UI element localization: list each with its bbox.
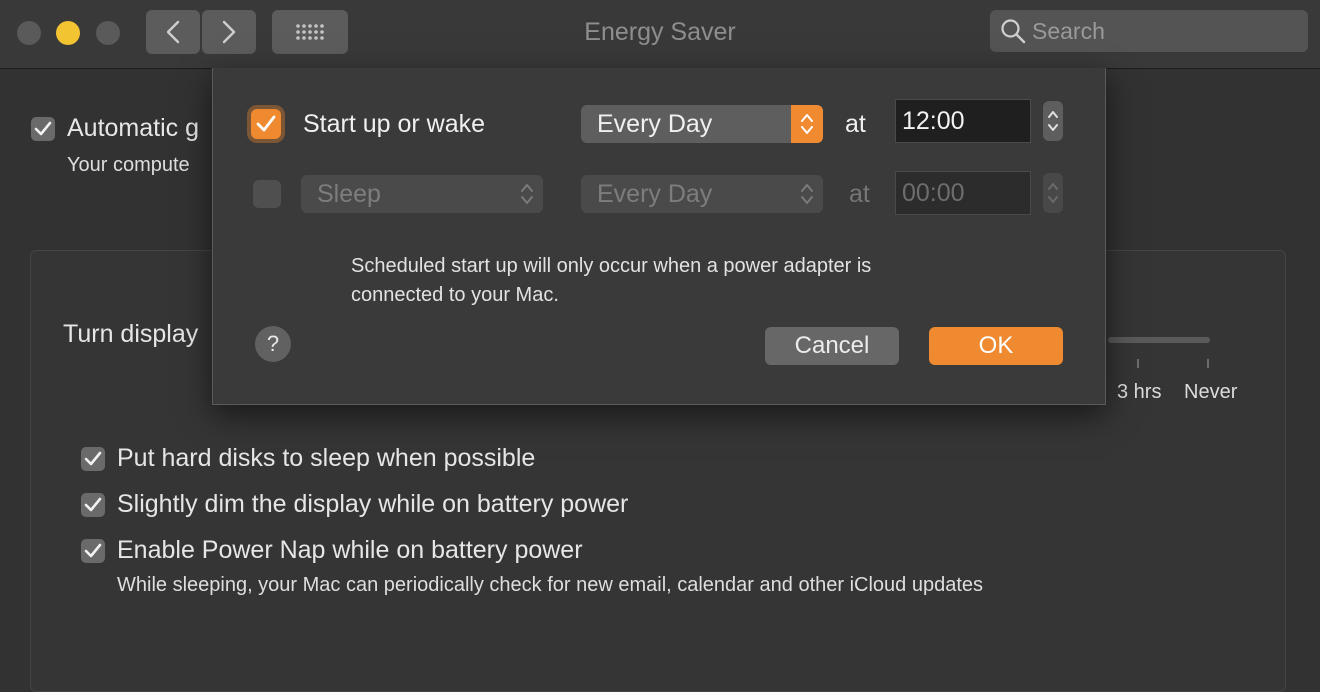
sleep-frequency-value: Every Day — [597, 179, 713, 208]
display-sleep-slider[interactable] — [1108, 337, 1210, 343]
chevron-up-down-icon — [801, 184, 813, 204]
turn-display-off-label: Turn display — [63, 320, 199, 348]
stepper-arrows-icon — [1048, 183, 1058, 203]
power-nap-description: While sleeping, your Mac can periodicall… — [117, 574, 984, 596]
checkmark-icon — [84, 451, 102, 466]
power-nap-label: Enable Power Nap while on battery power — [117, 536, 583, 564]
checkmark-icon — [84, 497, 102, 512]
slider-tick-label-never: Never — [1184, 381, 1238, 403]
search-placeholder: Search — [1032, 17, 1105, 44]
schedule-note: Scheduled start up will only occur when … — [351, 252, 871, 310]
slider-tick — [1207, 359, 1209, 368]
checkmark-icon — [34, 121, 52, 136]
automatic-graphics-description: Your compute — [67, 154, 190, 176]
schedule-note-line1: Scheduled start up will only occur when … — [351, 255, 872, 277]
dim-display-checkbox[interactable] — [81, 493, 105, 517]
ok-button[interactable]: OK — [929, 327, 1063, 365]
start-time-field[interactable]: 12:00 — [895, 99, 1031, 143]
sleep-frequency-popup[interactable]: Every Day — [581, 175, 823, 213]
chevron-up-down-icon — [521, 184, 533, 204]
schedule-sheet: Start up or wake Every Day at 12:00 Slee… — [212, 68, 1106, 405]
search-field[interactable]: Search — [990, 10, 1308, 52]
sleep-schedule-checkbox[interactable] — [253, 180, 281, 208]
sleep-time-field[interactable]: 00:00 — [895, 171, 1031, 215]
sleep-action-value: Sleep — [317, 179, 381, 208]
checkmark-icon — [84, 543, 102, 558]
at-label: at — [845, 110, 866, 138]
chevron-up-down-icon — [801, 114, 813, 134]
automatic-graphics-checkbox[interactable] — [31, 117, 55, 141]
checkmark-icon — [256, 115, 276, 132]
stepper-arrows-icon — [1048, 111, 1058, 131]
help-button[interactable]: ? — [255, 326, 291, 362]
title-bar: Energy Saver Search — [0, 0, 1320, 69]
schedule-note-line2: connected to your Mac. — [351, 284, 559, 306]
start-time-stepper[interactable] — [1043, 101, 1063, 141]
start-frequency-value: Every Day — [597, 109, 713, 138]
dim-display-label: Slightly dim the display while on batter… — [117, 490, 629, 518]
hard-disk-sleep-label: Put hard disks to sleep when possible — [117, 444, 536, 472]
start-frequency-popup[interactable]: Every Day — [581, 105, 823, 143]
sleep-action-popup[interactable]: Sleep — [301, 175, 543, 213]
power-nap-checkbox[interactable] — [81, 539, 105, 563]
at-label-disabled: at — [849, 180, 870, 208]
start-up-wake-checkbox[interactable] — [251, 109, 281, 139]
automatic-graphics-label: Automatic g — [67, 114, 200, 142]
slider-tick-label-3hrs: 3 hrs — [1117, 381, 1162, 403]
cancel-button[interactable]: Cancel — [765, 327, 899, 365]
hard-disk-sleep-checkbox[interactable] — [81, 447, 105, 471]
start-up-wake-label: Start up or wake — [303, 110, 486, 138]
search-icon — [1001, 19, 1026, 44]
sleep-time-stepper[interactable] — [1043, 173, 1063, 213]
slider-tick — [1137, 359, 1139, 368]
